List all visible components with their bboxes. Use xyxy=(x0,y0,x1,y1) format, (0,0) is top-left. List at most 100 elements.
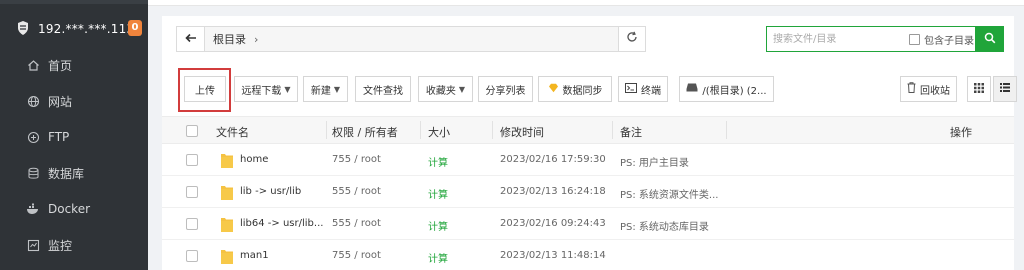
row-checkbox[interactable] xyxy=(186,250,198,262)
column-divider xyxy=(326,121,327,139)
file-mtime: 2023/02/16 17:59:30 xyxy=(500,154,606,165)
sidebar-item-label: Docker xyxy=(48,202,91,216)
table-row[interactable]: lib -> usr/lib 555 / root 计算 2023/02/13 … xyxy=(162,176,1014,208)
file-name[interactable]: man1 xyxy=(240,250,269,261)
data-sync-button[interactable]: 数据同步 xyxy=(538,76,612,102)
folder-icon xyxy=(221,186,233,200)
search-button[interactable] xyxy=(976,26,1004,52)
favorites-button[interactable]: 收藏夹 ▼ xyxy=(418,76,473,102)
globe-icon xyxy=(26,94,40,108)
new-button[interactable]: 新建 ▼ xyxy=(303,76,348,102)
recycle-bin-button[interactable]: 回收站 xyxy=(900,76,957,102)
file-name[interactable]: lib64 -> usr/lib... xyxy=(240,218,323,229)
server-header[interactable]: 192.***.***.113 0 xyxy=(0,12,148,46)
file-mtime: 2023/02/13 11:48:14 xyxy=(500,250,606,261)
col-header-action: 操作 xyxy=(950,126,972,139)
column-divider xyxy=(726,121,727,139)
back-button[interactable] xyxy=(177,27,205,51)
file-search-button[interactable]: 文件查找 xyxy=(355,76,411,102)
col-header-mtime[interactable]: 修改时间 xyxy=(500,124,544,140)
file-note[interactable]: PS: 用户主目录 xyxy=(620,154,689,169)
refresh-button[interactable] xyxy=(618,26,646,52)
file-permission[interactable]: 755 / root xyxy=(332,154,381,165)
trash-icon xyxy=(907,82,916,96)
file-permission[interactable]: 755 / root xyxy=(332,250,381,261)
terminal-icon xyxy=(625,82,637,96)
main-area: 根目录 › 包含子目录 上传 远程下载 xyxy=(148,0,1024,270)
sidebar-item-label: FTP xyxy=(48,130,70,144)
sidebar: 192.***.***.113 0 首页 网站 FTP 数据库 Docker 监… xyxy=(0,0,148,270)
table-row[interactable]: lib64 -> usr/lib... 555 / root 计算 2023/0… xyxy=(162,208,1014,240)
sidebar-top-strip xyxy=(0,0,148,4)
grid-view-button[interactable] xyxy=(967,76,991,102)
server-icon xyxy=(16,20,30,39)
list-view-button[interactable] xyxy=(993,76,1017,102)
file-size-calc[interactable]: 计算 xyxy=(428,154,448,169)
file-permission[interactable]: 555 / root xyxy=(332,218,381,229)
row-checkbox[interactable] xyxy=(186,154,198,166)
include-subdir-toggle[interactable]: 包含子目录 xyxy=(909,32,974,47)
breadcrumb-root[interactable]: 根目录 xyxy=(213,31,246,47)
file-name[interactable]: lib -> usr/lib xyxy=(240,186,301,197)
top-bar xyxy=(148,0,1024,6)
file-note[interactable]: PS: 系统动态库目录 xyxy=(620,218,709,233)
file-note[interactable]: PS: 系统资源文件类... xyxy=(620,186,718,201)
monitor-icon xyxy=(26,238,40,252)
notification-badge[interactable]: 0 xyxy=(128,20,142,36)
breadcrumb-separator: › xyxy=(254,32,259,46)
table-row[interactable]: man1 755 / root 计算 2023/02/13 11:48:14 xyxy=(162,240,1014,270)
select-all-checkbox[interactable] xyxy=(186,125,198,137)
database-icon xyxy=(26,166,40,180)
sidebar-item-database[interactable]: 数据库 xyxy=(0,156,148,190)
sidebar-item-monitor[interactable]: 监控 xyxy=(0,228,148,262)
terminal-button[interactable]: 终端 xyxy=(618,76,668,102)
sidebar-item-label: 首页 xyxy=(48,58,73,73)
chevron-down-icon: ▼ xyxy=(458,84,466,94)
upload-button[interactable]: 上传 xyxy=(184,76,226,102)
docker-icon xyxy=(26,202,40,216)
remote-download-button[interactable]: 远程下载 ▼ xyxy=(234,76,298,102)
new-label: 新建 xyxy=(310,85,331,97)
file-manager-card: 根目录 › 包含子目录 上传 远程下载 xyxy=(162,16,1017,270)
disk-button[interactable]: /(根目录) (2... xyxy=(679,76,774,102)
list-icon xyxy=(1000,83,1010,95)
file-size-calc[interactable]: 计算 xyxy=(428,218,448,233)
col-header-size[interactable]: 大小 xyxy=(428,124,450,140)
disk-icon xyxy=(686,83,698,95)
data-sync-label: 数据同步 xyxy=(562,85,603,97)
share-list-button[interactable]: 分享列表 xyxy=(478,76,533,102)
disk-label: /(根目录) (2... xyxy=(702,85,767,97)
include-subdir-checkbox[interactable] xyxy=(909,33,920,45)
table-row[interactable]: home 755 / root 计算 2023/02/16 17:59:30 P… xyxy=(162,144,1014,176)
file-permission[interactable]: 555 / root xyxy=(332,186,381,197)
folder-icon xyxy=(221,250,233,264)
grid-icon xyxy=(974,82,984,96)
file-size-calc[interactable]: 计算 xyxy=(428,250,448,265)
sidebar-item-docker[interactable]: Docker xyxy=(0,192,148,226)
upload-label: 上传 xyxy=(195,85,215,97)
col-header-name[interactable]: 文件名 xyxy=(216,124,249,140)
sidebar-item-website[interactable]: 网站 xyxy=(0,84,148,118)
col-header-perm[interactable]: 权限 / 所有者 xyxy=(332,124,398,140)
file-name[interactable]: home xyxy=(240,154,268,165)
col-header-note: 备注 xyxy=(620,126,642,139)
folder-icon xyxy=(221,154,233,168)
folder-icon xyxy=(221,218,233,232)
file-table-header: 文件名 权限 / 所有者 大小 修改时间 备注 操作 xyxy=(162,116,1014,144)
sidebar-item-home[interactable]: 首页 xyxy=(0,48,148,82)
server-ip: 192.***.***.113 xyxy=(38,22,135,36)
search-icon xyxy=(984,32,996,47)
search-input[interactable] xyxy=(773,28,903,50)
path-bar[interactable]: 根目录 › xyxy=(176,26,642,52)
row-checkbox[interactable] xyxy=(186,186,198,198)
sidebar-item-label: 监控 xyxy=(48,238,73,253)
file-size-calc[interactable]: 计算 xyxy=(428,186,448,201)
row-checkbox[interactable] xyxy=(186,218,198,230)
column-divider xyxy=(492,121,493,139)
chevron-down-icon: ▼ xyxy=(284,84,291,94)
breadcrumb: 根目录 › xyxy=(213,31,258,47)
file-mtime: 2023/02/13 16:24:18 xyxy=(500,186,606,197)
sidebar-item-ftp[interactable]: FTP xyxy=(0,120,148,154)
file-search-label: 文件查找 xyxy=(363,85,403,97)
diamond-icon xyxy=(548,83,559,96)
